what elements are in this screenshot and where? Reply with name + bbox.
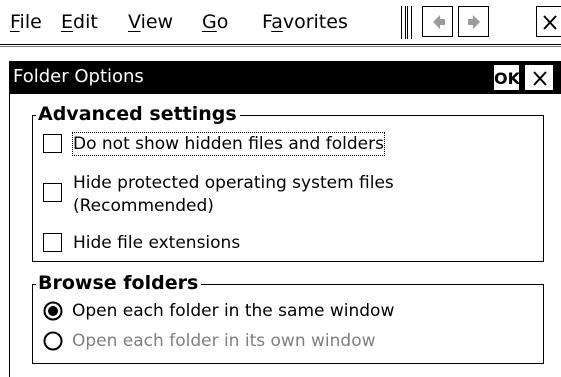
- hidden-files-checkbox[interactable]: [43, 134, 62, 153]
- menu-file[interactable]: File: [10, 11, 42, 33]
- same-window-radio[interactable]: [43, 301, 63, 321]
- protected-files-checkbox[interactable]: [43, 183, 62, 202]
- toolbar-separator: [401, 6, 406, 39]
- menu-edit[interactable]: Edit: [61, 11, 98, 33]
- right-arrow-icon: [468, 15, 480, 29]
- advanced-settings-legend: Advanced settings: [36, 103, 240, 125]
- dialog-title-bar: Folder Options OK: [9, 61, 561, 94]
- close-icon: [543, 15, 557, 30]
- browse-folders-group: [32, 284, 544, 364]
- protected-files-label-line2[interactable]: (Recommended): [73, 195, 214, 217]
- window-close-button[interactable]: [536, 6, 561, 37]
- ok-button[interactable]: OK: [493, 64, 520, 91]
- file-extensions-label[interactable]: Hide file extensions: [73, 232, 240, 254]
- dialog-title: Folder Options: [13, 66, 144, 87]
- menu-bar: File Edit View Go Favorites: [0, 0, 561, 44]
- menu-favorites[interactable]: Favorites: [262, 11, 348, 33]
- dialog-left-border: [9, 94, 10, 377]
- toolbar-separator: [407, 6, 412, 39]
- close-icon: [533, 71, 547, 86]
- forward-button[interactable]: [458, 6, 489, 37]
- browse-folders-legend: Browse folders: [36, 272, 202, 294]
- menu-go[interactable]: Go: [202, 11, 228, 33]
- file-extensions-checkbox[interactable]: [43, 233, 62, 252]
- hidden-files-label[interactable]: Do not show hidden files and folders: [72, 132, 385, 156]
- left-arrow-icon: [433, 15, 445, 29]
- own-window-radio: [43, 331, 63, 351]
- menu-divider: [0, 44, 561, 45]
- protected-files-label[interactable]: Hide protected operating system files: [73, 172, 394, 194]
- own-window-label: Open each folder in its own window: [72, 331, 376, 351]
- back-button[interactable]: [422, 6, 453, 37]
- menu-divider-shadow: [0, 46, 561, 47]
- dialog-close-button[interactable]: [524, 64, 554, 91]
- same-window-label[interactable]: Open each folder in the same window: [72, 300, 394, 322]
- menu-view[interactable]: View: [128, 11, 173, 33]
